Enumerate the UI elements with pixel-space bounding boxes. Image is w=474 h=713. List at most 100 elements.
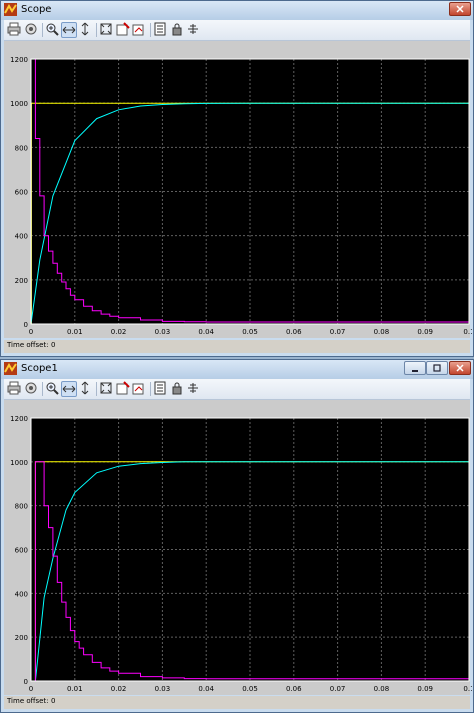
signal-selection-icon [188, 383, 198, 393]
zoom-x-icon [62, 385, 76, 393]
scope-window: Scope 0 0.01 0.02 0.03 0.04 0.05 0.06 0.07 0.08 0… [0, 0, 474, 357]
print-icon [7, 22, 21, 36]
x-tick-label: 0.02 [111, 685, 127, 693]
y-tick-label: 1200 [10, 415, 28, 423]
lock-axes-button[interactable] [170, 22, 186, 38]
x-tick-label: 0.09 [417, 328, 433, 336]
separator [42, 23, 43, 37]
zoom-x-button[interactable] [61, 381, 77, 397]
separator [150, 382, 151, 396]
parameters-button[interactable] [24, 381, 40, 397]
restore-axes-icon [132, 24, 144, 36]
signal-selection-icon [188, 24, 198, 34]
time-offset-value: 0 [51, 341, 56, 349]
title-bar[interactable]: Scope [1, 1, 473, 20]
floating-scope-button[interactable] [153, 22, 169, 38]
zoom-y-button[interactable] [78, 22, 94, 38]
y-tick-label: 600 [15, 547, 28, 555]
parameters-icon [25, 23, 37, 35]
print-button[interactable] [7, 381, 23, 397]
print-button[interactable] [7, 22, 23, 38]
maximize-button[interactable] [426, 361, 448, 375]
y-tick-label: 800 [15, 144, 28, 152]
y-tick-label: 200 [15, 277, 28, 285]
separator [96, 382, 97, 396]
minimize-button[interactable] [404, 361, 426, 375]
autoscale-icon [100, 23, 112, 35]
y-tick-label: 600 [15, 189, 28, 197]
matlab-icon [4, 3, 17, 16]
save-axes-icon [116, 22, 130, 36]
signal-selection-button[interactable] [186, 381, 202, 397]
restore-axes-button[interactable] [132, 22, 148, 38]
save-axes-icon [116, 381, 130, 395]
lock-axes-button[interactable] [170, 381, 186, 397]
y-tick-label: 400 [15, 233, 28, 241]
status-bar: Time offset: 0 [4, 340, 470, 353]
x-tick-label: 0.05 [242, 328, 258, 336]
y-tick-label: 800 [15, 503, 28, 511]
time-offset-label: Time offset: [7, 697, 49, 705]
x-tick-label: 0.05 [242, 685, 258, 693]
scope-chart[interactable]: 0 0.01 0.02 0.03 0.04 0.05 0.06 0.07 0.08 0.09 0.1… [4, 41, 474, 338]
save-axes-button[interactable] [116, 22, 132, 38]
x-tick-label: 0.09 [417, 685, 433, 693]
separator [96, 23, 97, 37]
zoom-in-icon [46, 23, 59, 36]
restore-axes-button[interactable] [132, 381, 148, 397]
y-tick-label: 1000 [10, 459, 28, 467]
close-icon [456, 364, 464, 372]
zoom-x-icon [62, 26, 76, 34]
y-tick-label: 200 [15, 634, 28, 642]
floating-scope-button[interactable] [153, 381, 169, 397]
signal-selection-button[interactable] [186, 22, 202, 38]
x-tick-label: 0.06 [286, 685, 302, 693]
save-axes-button[interactable] [116, 381, 132, 397]
lock-axes-icon [172, 382, 182, 395]
parameters-icon [25, 382, 37, 394]
close-icon [456, 5, 464, 13]
y-tick-label: 1200 [10, 56, 28, 64]
x-tick-label: 0.06 [286, 328, 302, 336]
autoscale-button[interactable] [99, 22, 115, 38]
plot-panel: 0 0.01 0.02 0.03 0.04 0.05 0.06 0.07 0.08 0.09 0.1… [4, 400, 474, 695]
matlab-icon [4, 362, 17, 375]
separator [42, 382, 43, 396]
autoscale-button[interactable] [99, 381, 115, 397]
scope1-window: Scope1 0 0.01 0.02 0.03 0.04 0.05 0.06 0.07 0.08… [0, 359, 474, 713]
window-title: Scope1 [21, 363, 58, 374]
zoom-in-icon [46, 382, 59, 395]
separator [150, 23, 151, 37]
close-button[interactable] [449, 2, 471, 16]
title-bar[interactable]: Scope1 [1, 360, 473, 379]
x-tick-label: 0.1 [463, 685, 472, 693]
parameters-button[interactable] [24, 22, 40, 38]
window-title: Scope [21, 4, 52, 15]
scope1-chart[interactable]: 0 0.01 0.02 0.03 0.04 0.05 0.06 0.07 0.08 0.09 0.1… [4, 400, 474, 695]
x-tick-label: 0.07 [330, 328, 346, 336]
toolbar [4, 20, 470, 41]
x-tick-label: 0.08 [374, 685, 390, 693]
x-tick-label: 0 [29, 328, 33, 336]
toolbar [4, 379, 470, 400]
x-tick-label: 0.08 [374, 328, 390, 336]
floating-scope-icon [154, 22, 166, 36]
zoom-x-button[interactable] [61, 22, 77, 38]
y-tick-label: 400 [15, 590, 28, 598]
x-tick-label: 0 [29, 685, 33, 693]
lock-axes-icon [172, 23, 182, 36]
y-tick-label: 0 [24, 321, 28, 329]
close-button[interactable] [449, 361, 471, 375]
minimize-icon [412, 370, 418, 372]
status-bar: Time offset: 0 [4, 696, 470, 709]
zoom-in-button[interactable] [45, 381, 61, 397]
zoom-in-button[interactable] [45, 22, 61, 38]
zoom-y-button[interactable] [78, 381, 94, 397]
time-offset-value: 0 [51, 697, 56, 705]
x-tick-label: 0.07 [330, 685, 346, 693]
y-tick-label: 0 [24, 678, 28, 686]
floating-scope-icon [154, 381, 166, 395]
x-tick-label: 0.03 [155, 328, 171, 336]
restore-axes-icon [132, 383, 144, 395]
x-tick-label: 0.04 [198, 328, 214, 336]
